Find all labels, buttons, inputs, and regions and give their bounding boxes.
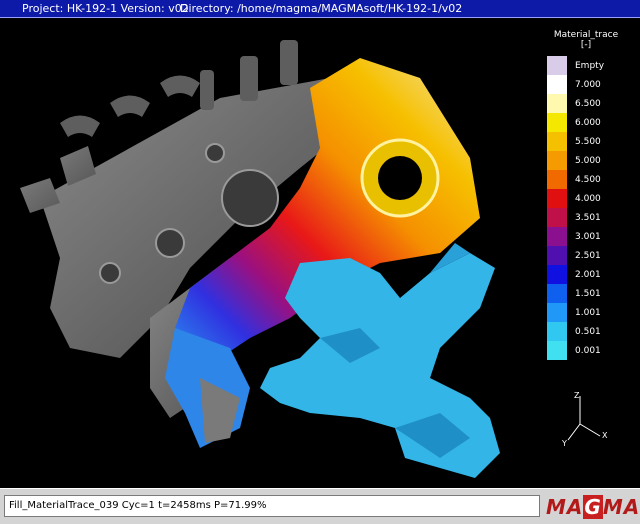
legend-swatch <box>547 341 567 360</box>
axis-x-label: X <box>602 431 608 440</box>
legend-label: 7.000 <box>575 79 601 90</box>
legend-entry: 0.001 <box>547 341 637 360</box>
legend-label: Empty <box>575 60 605 71</box>
legend-swatch <box>547 132 567 151</box>
project-label: Project: HK-192-1 Version: v02 <box>22 2 189 15</box>
legend-swatch <box>547 284 567 303</box>
casting-simulation-render <box>20 40 500 478</box>
legend-swatch <box>547 56 567 75</box>
legend-entry: 5.000 <box>547 151 637 170</box>
legend-entry: 7.000 <box>547 75 637 94</box>
legend-swatch <box>547 246 567 265</box>
legend-entry: 4.500 <box>547 170 637 189</box>
legend-swatch <box>547 322 567 341</box>
directory-label: Directory: /home/magma/MAGMAsoft/HK-192-… <box>180 2 463 15</box>
legend-label: 6.000 <box>575 117 601 128</box>
status-text-field: Fill_MaterialTrace_039 Cyc=1 t=2458ms P=… <box>4 495 540 517</box>
legend-unit: [-] <box>580 40 592 50</box>
legend-entry: 5.500 <box>547 132 637 151</box>
legend-label: 0.001 <box>575 345 601 356</box>
legend-entry: 4.000 <box>547 189 637 208</box>
legend-label: 6.500 <box>575 98 601 109</box>
runner-system <box>260 243 500 478</box>
legend-label: 5.500 <box>575 136 601 147</box>
status-bar: Fill_MaterialTrace_039 Cyc=1 t=2458ms P=… <box>0 488 640 524</box>
magma-logo: MAGMA <box>546 495 640 519</box>
legend-entry: 1.501 <box>547 284 637 303</box>
legend-swatch <box>547 113 567 132</box>
legend-swatch <box>547 94 567 113</box>
legend-entry: 6.500 <box>547 94 637 113</box>
legend-label: 2.501 <box>575 250 601 261</box>
legend-swatch <box>547 303 567 322</box>
axis-y-label: Y <box>561 439 567 448</box>
legend-swatch <box>547 151 567 170</box>
legend-swatch <box>547 170 567 189</box>
axis-z-label: Z <box>574 391 580 400</box>
legend-label: 1.501 <box>575 288 601 299</box>
title-bar: Project: HK-192-1 Version: v02 Directory… <box>0 0 640 18</box>
3d-viewport[interactable] <box>0 18 640 488</box>
legend-swatch <box>547 189 567 208</box>
legend-entry: 6.000 <box>547 113 637 132</box>
legend-title: Material_trace <box>553 30 619 40</box>
legend-label: 5.000 <box>575 155 601 166</box>
legend-swatch <box>547 208 567 227</box>
legend-entry: 2.501 <box>547 246 637 265</box>
legend-label: 3.001 <box>575 231 601 242</box>
legend-swatch <box>547 265 567 284</box>
legend-entry: 2.001 <box>547 265 637 284</box>
legend-entry: 0.501 <box>547 322 637 341</box>
legend-label: 1.001 <box>575 307 601 318</box>
legend-label: 4.500 <box>575 174 601 185</box>
legend-entry: Empty <box>547 56 637 75</box>
legend-swatch <box>547 75 567 94</box>
legend-label: 4.000 <box>575 193 601 204</box>
legend-label: 3.501 <box>575 212 601 223</box>
legend-entry: 3.001 <box>547 227 637 246</box>
axis-triad-icon: Z X Y <box>561 391 608 448</box>
legend-entry: 3.501 <box>547 208 637 227</box>
legend-swatch <box>547 227 567 246</box>
legend-label: 0.501 <box>575 326 601 337</box>
legend-entry: 1.001 <box>547 303 637 322</box>
legend-label: 2.001 <box>575 269 601 280</box>
